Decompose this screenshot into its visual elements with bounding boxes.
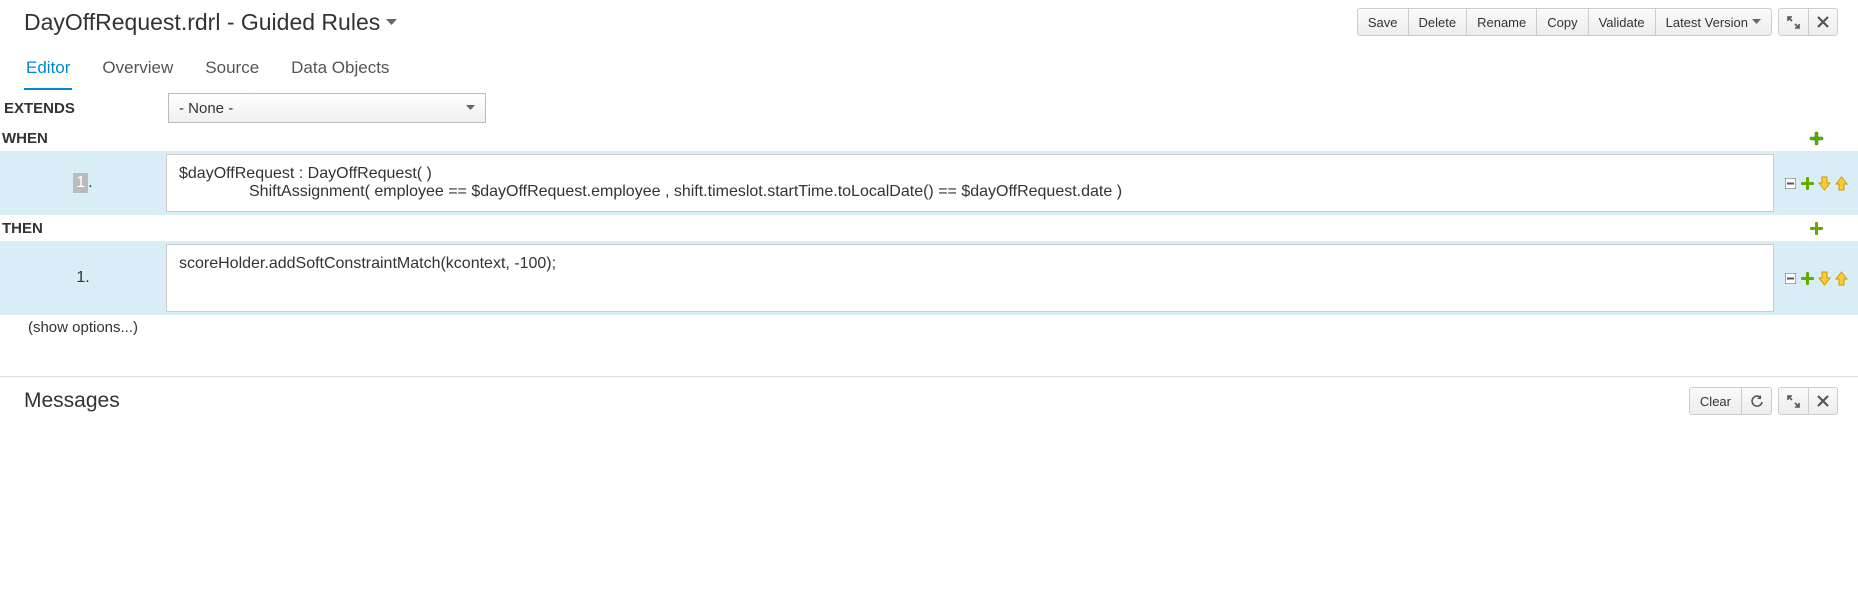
expand-messages-button[interactable] — [1778, 387, 1809, 415]
tab-editor[interactable]: Editor — [24, 50, 72, 90]
refresh-messages-button[interactable] — [1741, 387, 1772, 415]
page-title[interactable]: DayOffRequest.rdrl - Guided Rules — [24, 9, 397, 36]
collapse-icon[interactable] — [1783, 175, 1799, 191]
add-below-button[interactable] — [1800, 175, 1816, 191]
extends-value: - None - — [179, 100, 233, 117]
move-up-button[interactable] — [1834, 175, 1850, 191]
latest-version-label: Latest Version — [1666, 15, 1748, 30]
chevron-down-icon — [386, 19, 397, 26]
add-action-button[interactable] — [1808, 220, 1824, 236]
move-up-button[interactable] — [1834, 270, 1850, 286]
close-messages-button[interactable] — [1808, 387, 1838, 415]
save-button[interactable]: Save — [1357, 8, 1409, 36]
show-options-link[interactable]: (show options...) — [0, 315, 166, 366]
condition-line-2: ShiftAssignment( employee == $dayOffRequ… — [179, 183, 1761, 201]
then-row: 1. scoreHolder.addSoftConstraintMatch(kc… — [0, 241, 1858, 315]
then-action-content[interactable]: scoreHolder.addSoftConstraintMatch(kcont… — [166, 244, 1774, 312]
condition-line-1: $dayOffRequest : DayOffRequest( ) — [179, 165, 1761, 183]
page-title-text: DayOffRequest.rdrl - Guided Rules — [24, 9, 380, 36]
close-button[interactable] — [1808, 8, 1838, 36]
tab-source[interactable]: Source — [203, 50, 261, 90]
then-label: THEN — [0, 217, 1774, 240]
rename-button[interactable]: Rename — [1466, 8, 1537, 36]
toolbar: Save Delete Rename Copy Validate Latest … — [1357, 8, 1838, 36]
tabs: Editor Overview Source Data Objects — [0, 50, 1858, 91]
row-number: 1. — [76, 269, 89, 287]
clear-messages-button[interactable]: Clear — [1689, 387, 1742, 415]
tab-data-objects[interactable]: Data Objects — [289, 50, 391, 90]
when-label: WHEN — [0, 127, 1774, 150]
close-icon — [1817, 395, 1829, 407]
move-down-button[interactable] — [1817, 270, 1833, 286]
row-number-cell[interactable]: 1. — [0, 151, 166, 215]
collapse-icon[interactable] — [1783, 270, 1799, 286]
row-number-cell[interactable]: 1. — [0, 241, 166, 315]
extends-select[interactable]: - None - — [168, 93, 486, 123]
latest-version-button[interactable]: Latest Version — [1655, 8, 1772, 36]
messages-title: Messages — [24, 389, 120, 413]
extends-label: EXTENDS — [2, 100, 168, 117]
add-condition-button[interactable] — [1808, 130, 1824, 146]
refresh-icon — [1750, 395, 1763, 408]
expand-button[interactable] — [1778, 8, 1809, 36]
chevron-down-icon — [1752, 19, 1761, 25]
expand-icon — [1787, 395, 1800, 408]
row-number: 1 — [73, 173, 88, 192]
tab-overview[interactable]: Overview — [100, 50, 175, 90]
copy-button[interactable]: Copy — [1536, 8, 1588, 36]
when-row: 1. $dayOffRequest : DayOffRequest( ) Shi… — [0, 151, 1858, 215]
delete-button[interactable]: Delete — [1408, 8, 1468, 36]
chevron-down-icon — [466, 105, 475, 111]
validate-button[interactable]: Validate — [1588, 8, 1656, 36]
expand-icon — [1787, 16, 1800, 29]
close-icon — [1817, 16, 1829, 28]
move-down-button[interactable] — [1817, 175, 1833, 191]
add-below-button[interactable] — [1800, 270, 1816, 286]
action-line: scoreHolder.addSoftConstraintMatch(kcont… — [179, 255, 1761, 273]
when-condition-content[interactable]: $dayOffRequest : DayOffRequest( ) ShiftA… — [166, 154, 1774, 212]
